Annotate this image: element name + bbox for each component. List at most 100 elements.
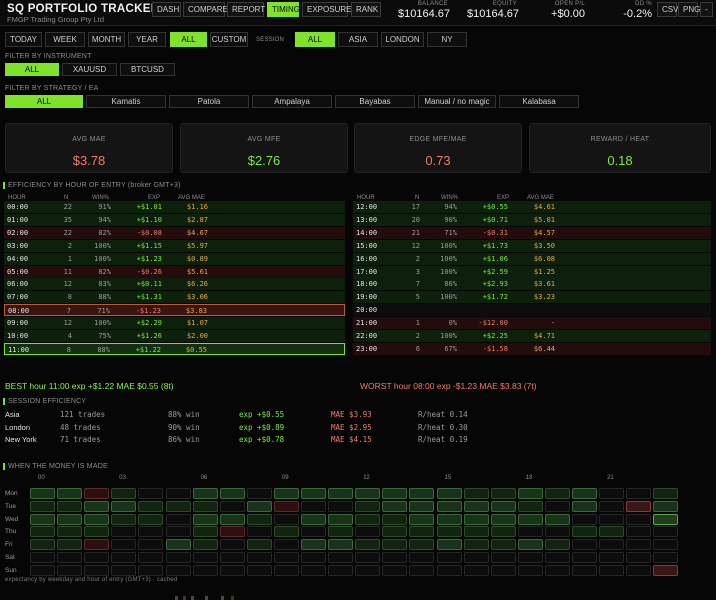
heatmap-cell[interactable] <box>138 526 164 538</box>
heatmap-cell[interactable] <box>436 488 462 499</box>
heatmap-cell[interactable] <box>517 526 543 538</box>
heatmap-cell[interactable] <box>436 564 462 576</box>
hour-row[interactable]: 02:00 22 82% -$0.08 $4.67 <box>4 226 345 239</box>
heatmap-cell[interactable] <box>246 539 272 551</box>
session-london[interactable]: LONDON <box>381 32 424 47</box>
heatmap-cell[interactable] <box>382 526 408 538</box>
heatmap-cell[interactable] <box>382 539 408 551</box>
hour-row[interactable]: 03:00 2 100% +$1.15 $5.97 <box>4 239 345 252</box>
heatmap-cell[interactable] <box>328 513 354 525</box>
heatmap-cell[interactable] <box>84 526 110 538</box>
hour-row[interactable]: 16:00 2 100% +$1.06 $6.08 <box>353 252 711 265</box>
heatmap-cell[interactable] <box>301 526 326 538</box>
heatmap-cell[interactable] <box>355 539 381 551</box>
heatmap-cell[interactable] <box>409 539 435 551</box>
heatmap-cell[interactable] <box>30 500 55 512</box>
heatmap-cell[interactable] <box>301 500 326 512</box>
heatmap-cell[interactable] <box>328 526 354 538</box>
hour-row[interactable]: 21:00 1 0% -$12.00 - <box>353 317 711 330</box>
hour-row[interactable]: 14:00 21 71% -$0.31 $4.57 <box>353 226 711 239</box>
heatmap-cell[interactable] <box>409 488 435 499</box>
period-week[interactable]: WEEK <box>45 32 85 47</box>
strategy-bayabas[interactable]: Bayabas <box>335 95 415 108</box>
heatmap-cell[interactable] <box>84 552 110 563</box>
heatmap-cell[interactable] <box>544 488 570 499</box>
heatmap-cell[interactable] <box>517 552 543 563</box>
strategy-kamatis[interactable]: Kamatis <box>86 95 166 108</box>
heatmap-cell[interactable] <box>246 564 272 576</box>
session-ny[interactable]: NY <box>427 32 467 47</box>
hour-row[interactable]: 09:00 12 100% +$2.29 $1.07 <box>4 317 345 330</box>
minimize-button[interactable]: - <box>700 2 713 17</box>
hour-row[interactable]: 06:00 12 83% +$0.11 $6.26 <box>4 278 345 291</box>
heatmap-cell[interactable] <box>165 564 191 576</box>
session-all[interactable]: ALL <box>295 32 335 47</box>
heatmap-cell[interactable] <box>653 488 679 499</box>
heatmap-cell[interactable] <box>30 526 55 538</box>
heatmap-cell[interactable] <box>463 564 489 576</box>
heatmap-cell[interactable] <box>653 539 679 551</box>
heatmap-cell[interactable] <box>599 526 625 538</box>
hour-row[interactable]: 23:00 6 67% -$1.58 $6.44 <box>353 342 711 355</box>
heatmap-cell[interactable] <box>490 539 516 551</box>
heatmap-cell[interactable] <box>192 552 218 563</box>
heatmap-cell[interactable] <box>490 500 516 512</box>
nav-compare[interactable]: COMPARE <box>183 2 228 17</box>
heatmap-cell[interactable] <box>30 513 55 525</box>
heatmap-cell[interactable] <box>192 500 218 512</box>
heatmap-cell[interactable] <box>626 500 652 512</box>
heatmap-cell[interactable] <box>138 564 164 576</box>
nav-rank[interactable]: RANK <box>351 2 381 17</box>
heatmap-cell[interactable] <box>653 513 679 525</box>
heatmap-cell[interactable] <box>599 513 625 525</box>
heatmap-cell[interactable] <box>436 552 462 563</box>
heatmap-cell[interactable] <box>219 564 245 576</box>
heatmap-cell[interactable] <box>273 539 299 551</box>
heatmap-cell[interactable] <box>57 488 83 499</box>
heatmap-cell[interactable] <box>111 526 137 538</box>
period-today[interactable]: TODAY <box>5 32 42 47</box>
hour-row[interactable]: 15:00 12 100% +$1.73 $3.50 <box>353 239 711 252</box>
hour-row[interactable]: 08:00 7 71% -$1.23 $3.83 <box>4 304 345 317</box>
heatmap-cell[interactable] <box>111 552 137 563</box>
instrument-all[interactable]: ALL <box>5 63 59 76</box>
heatmap-cell[interactable] <box>301 564 326 576</box>
hour-row[interactable]: 00:00 22 91% +$1.01 $1.16 <box>4 201 345 213</box>
heatmap-cell[interactable] <box>490 488 516 499</box>
heatmap-cell[interactable] <box>273 552 299 563</box>
heatmap-cell[interactable] <box>328 488 354 499</box>
heatmap-cell[interactable] <box>84 488 110 499</box>
heatmap-cell[interactable] <box>626 552 652 563</box>
nav-report[interactable]: REPORT <box>227 2 265 17</box>
nav-dash[interactable]: DASH <box>152 2 181 17</box>
heatmap-cell[interactable] <box>165 488 191 499</box>
heatmap-cell[interactable] <box>355 526 381 538</box>
heatmap-cell[interactable] <box>192 488 218 499</box>
heatmap-cell[interactable] <box>219 513 245 525</box>
png-button[interactable]: PNG <box>678 2 700 17</box>
heatmap-cell[interactable] <box>30 564 55 576</box>
heatmap-cell[interactable] <box>57 539 83 551</box>
heatmap-cell[interactable] <box>273 564 299 576</box>
heatmap-cell[interactable] <box>57 552 83 563</box>
heatmap-cell[interactable] <box>517 564 543 576</box>
heatmap-cell[interactable] <box>328 564 354 576</box>
heatmap-cell[interactable] <box>463 526 489 538</box>
heatmap-cell[interactable] <box>436 539 462 551</box>
heatmap-cell[interactable] <box>30 488 55 499</box>
heatmap-cell[interactable] <box>219 539 245 551</box>
heatmap-cell[interactable] <box>273 526 299 538</box>
heatmap-cell[interactable] <box>273 488 299 499</box>
strategy-ampalaya[interactable]: Ampalaya <box>252 95 332 108</box>
heatmap-cell[interactable] <box>165 513 191 525</box>
heatmap-cell[interactable] <box>544 552 570 563</box>
heatmap-cell[interactable] <box>57 500 83 512</box>
heatmap-cell[interactable] <box>219 500 245 512</box>
heatmap-cell[interactable] <box>355 552 381 563</box>
heatmap-cell[interactable] <box>599 564 625 576</box>
heatmap-cell[interactable] <box>30 552 55 563</box>
heatmap-cell[interactable] <box>382 564 408 576</box>
heatmap-cell[interactable] <box>219 552 245 563</box>
heatmap-cell[interactable] <box>409 526 435 538</box>
heatmap-cell[interactable] <box>57 526 83 538</box>
